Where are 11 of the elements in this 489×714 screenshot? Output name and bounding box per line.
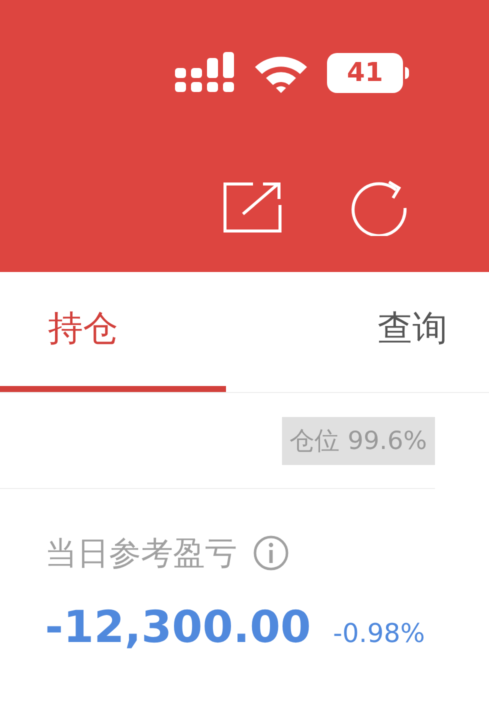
tab[interactable]: 持仓 [0,272,226,392]
refresh-icon[interactable] [351,178,409,236]
pnl-value: -12,300.00 [45,601,311,655]
battery-level: 41 [327,53,403,93]
pnl-label: 当日参考盈亏 [45,533,237,574]
signal-icon [175,52,235,94]
share-icon[interactable] [223,181,283,233]
info-icon[interactable] [253,535,289,571]
pnl-percent: -0.98% [333,618,425,651]
position-badge: 仓位 99.6% [282,416,435,464]
tab[interactable]: 查询 [226,272,489,392]
